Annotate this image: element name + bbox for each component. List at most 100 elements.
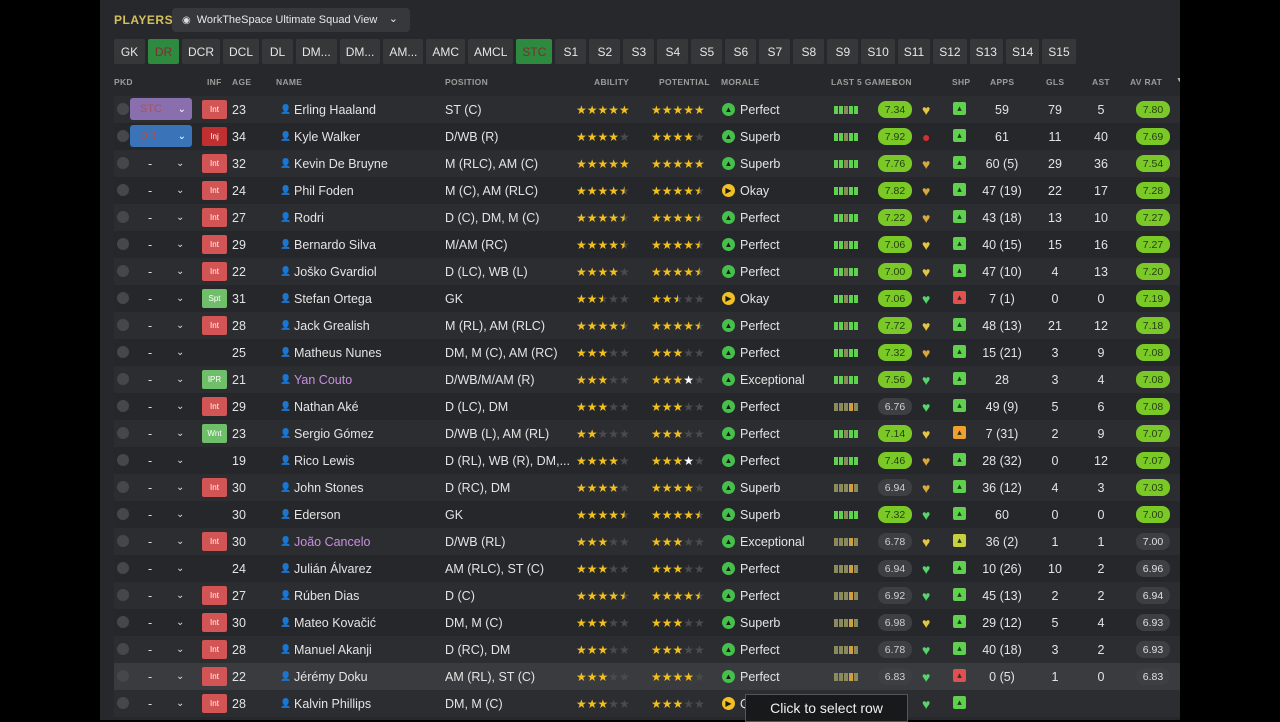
tab-dm[interactable]: DM... — [296, 39, 337, 64]
tab-amc[interactable]: AMC — [426, 39, 466, 64]
table-row[interactable]: - ⌄ Wnt 23 👤 Sergio Gómez D/WB (L), AM (RL) ★★ ★… — [114, 420, 1180, 447]
col-potential[interactable]: POTENTIAL — [659, 77, 710, 87]
tab-dm[interactable]: DM... — [339, 39, 381, 64]
tab-s8[interactable]: S8 — [793, 39, 825, 64]
chevron-down-icon[interactable]: ⌄ — [176, 474, 184, 501]
col-pkd[interactable]: PKD — [114, 77, 133, 87]
tab-s1[interactable]: S1 — [555, 39, 587, 64]
tab-am[interactable]: AM... — [383, 39, 424, 64]
tab-s14[interactable]: S14 — [1005, 39, 1040, 64]
tab-s3[interactable]: S3 — [623, 39, 655, 64]
table-row[interactable]: - ⌄ Int 27 👤 Rúben Dias D (C) ★★★★ ★ ★★★★ ★ ▲ Perfec… — [114, 582, 1180, 609]
table-row[interactable]: - ⌄ Spt 31 👤 Stefan Ortega GK ★★ ★ ★ ★ ★★ ★ ★ ★ ▶ Okay 7.… — [114, 285, 1180, 312]
col-last5[interactable]: LAST 5 GAMES — [831, 77, 897, 87]
table-row[interactable]: - ⌄ Int 28 👤 Jack Grealish M (RL), AM (RLC) ★★★… — [114, 312, 1180, 339]
tab-dcl[interactable]: DCL — [223, 39, 260, 64]
player-name[interactable]: Jérémy Doku — [294, 663, 368, 690]
chevron-down-icon[interactable]: ⌄ — [176, 204, 184, 231]
player-name[interactable]: João Cancelo — [294, 528, 370, 555]
col-position[interactable]: POSITION — [445, 77, 488, 87]
pick-toggle[interactable] — [117, 427, 129, 439]
player-name[interactable]: John Stones — [294, 474, 364, 501]
tab-gk[interactable]: GK — [114, 39, 145, 64]
chevron-down-icon[interactable]: ⌄ — [176, 312, 184, 339]
chevron-down-icon[interactable]: ⌄ — [176, 690, 184, 717]
pick-toggle[interactable] — [117, 400, 129, 412]
tab-s10[interactable]: S10 — [861, 39, 895, 64]
player-name[interactable]: Ederson — [294, 501, 341, 528]
player-name[interactable]: Sergio Gómez — [294, 420, 374, 447]
tab-s15[interactable]: S15 — [1042, 39, 1076, 64]
chevron-down-icon[interactable]: ⌄ — [176, 420, 184, 447]
player-name[interactable]: Julián Álvarez — [294, 555, 372, 582]
table-row[interactable]: - ⌄ Int 29 👤 Nathan Aké D (LC), DM ★★★ ★ ★ ★★★ ★ ★ ▲ P… — [114, 393, 1180, 420]
col-apps[interactable]: APPS — [990, 77, 1014, 87]
pick-toggle[interactable] — [117, 130, 129, 142]
tab-s5[interactable]: S5 — [691, 39, 723, 64]
tab-dr[interactable]: DR — [148, 39, 179, 64]
pick-toggle[interactable] — [117, 103, 129, 115]
pick-toggle[interactable] — [117, 697, 129, 709]
chevron-down-icon[interactable]: ⌄ — [176, 150, 184, 177]
chevron-down-icon[interactable]: ⌄ — [176, 339, 184, 366]
chevron-down-icon[interactable]: ⌄ — [176, 393, 184, 420]
table-row[interactable]: - ⌄ IPR 21 👤 Yan Couto D/WB/M/AM (R) ★★★ ★ ★ ★★★ ★ ★… — [114, 366, 1180, 393]
chevron-down-icon[interactable]: ⌄ — [176, 366, 184, 393]
pick-toggle[interactable] — [117, 454, 129, 466]
pick-toggle[interactable] — [117, 670, 129, 682]
chevron-down-icon[interactable]: ⌄ — [176, 501, 184, 528]
pick-toggle[interactable] — [117, 346, 129, 358]
table-row[interactable]: - ⌄ Int 22 👤 Joško Gvardiol D (LC), WB (L) ★★★★… — [114, 258, 1180, 285]
tab-s7[interactable]: S7 — [759, 39, 791, 64]
table-row[interactable]: STC ⌄ Int 23 👤 Erling Haaland ST (C) ★★★★★ ★★★★★… — [114, 96, 1180, 123]
chevron-down-icon[interactable]: ⌄ — [176, 177, 184, 204]
table-row[interactable]: DR ⌄ Inj 34 👤 Kyle Walker D/WB (R) ★★★★ ★ ★★★★ ★ ▲ S… — [114, 123, 1180, 150]
tab-s11[interactable]: S11 — [897, 39, 931, 64]
player-name[interactable]: Yan Couto — [294, 366, 352, 393]
player-name[interactable]: Matheus Nunes — [294, 339, 382, 366]
pick-toggle[interactable] — [117, 535, 129, 547]
player-name[interactable]: Erling Haaland — [294, 96, 376, 123]
chevron-down-icon[interactable]: ⌄ — [176, 447, 184, 474]
player-name[interactable]: Jack Grealish — [294, 312, 370, 339]
tab-s6[interactable]: S6 — [725, 39, 757, 64]
pick-toggle[interactable] — [117, 373, 129, 385]
col-gls[interactable]: GLS — [1046, 77, 1064, 87]
table-row[interactable]: - ⌄ Int 30 👤 João Cancelo D/WB (RL) ★★★ ★ ★ ★★★ ★ ★ ▲… — [114, 528, 1180, 555]
player-name[interactable]: Rodri — [294, 204, 324, 231]
pick-toggle[interactable] — [117, 616, 129, 628]
player-name[interactable]: Kevin De Bruyne — [294, 150, 388, 177]
col-name[interactable]: NAME — [276, 77, 302, 87]
pick-toggle[interactable] — [117, 238, 129, 250]
col-morale[interactable]: MORALE — [721, 77, 760, 87]
tab-dcr[interactable]: DCR — [182, 39, 220, 64]
col-inf[interactable]: INF — [207, 77, 222, 87]
pick-toggle[interactable] — [117, 508, 129, 520]
chevron-down-icon[interactable]: ⌄ — [176, 636, 184, 663]
col-avrat[interactable]: AV RAT — [1130, 77, 1162, 87]
picked-position-select[interactable]: DR ⌄ — [130, 125, 192, 147]
chevron-down-icon[interactable]: ⌄ — [176, 258, 184, 285]
table-row[interactable]: - ⌄ Int 30 👤 Mateo Kovačić DM, M (C) ★★★ ★ ★ ★★★ ★ ★… — [114, 609, 1180, 636]
tab-s2[interactable]: S2 — [589, 39, 621, 64]
col-con[interactable]: CON — [892, 77, 912, 87]
player-name[interactable]: Phil Foden — [294, 177, 354, 204]
player-name[interactable]: Joško Gvardiol — [294, 258, 377, 285]
table-row[interactable]: - ⌄ Int 28 👤 Kalvin Phillips DM, M (C) ★★★ ★ ★ ★★★… — [114, 690, 1180, 717]
player-name[interactable]: Mateo Kovačić — [294, 609, 376, 636]
pick-toggle[interactable] — [117, 319, 129, 331]
table-row[interactable]: - ⌄ Int 29 👤 Bernardo Silva M/AM (RC) ★★★★ ★ ★★★★… — [114, 231, 1180, 258]
player-name[interactable]: Kalvin Phillips — [294, 690, 371, 717]
col-age[interactable]: AGE — [232, 77, 251, 87]
player-name[interactable]: Kyle Walker — [294, 123, 360, 150]
tab-s13[interactable]: S13 — [969, 39, 1003, 64]
player-name[interactable]: Manuel Akanji — [294, 636, 372, 663]
table-row[interactable]: - ⌄ Int 22 👤 Jérémy Doku AM (RL), ST (C) ★★★ ★ ★ ★… — [114, 663, 1180, 690]
table-row[interactable]: - ⌄ 30 👤 Ederson GK ★★★★ ★ ★★★★ ★ ▲ Superb 7.32 ♥ ▴ 60 0… — [114, 501, 1180, 528]
player-name[interactable]: Bernardo Silva — [294, 231, 376, 258]
picked-position-select[interactable]: STC ⌄ — [130, 98, 192, 120]
pick-toggle[interactable] — [117, 643, 129, 655]
table-row[interactable]: - ⌄ 25 👤 Matheus Nunes DM, M (C), AM (RC) ★★★ ★… — [114, 339, 1180, 366]
chevron-down-icon[interactable]: ⌄ — [176, 528, 184, 555]
player-name[interactable]: Stefan Ortega — [294, 285, 372, 312]
